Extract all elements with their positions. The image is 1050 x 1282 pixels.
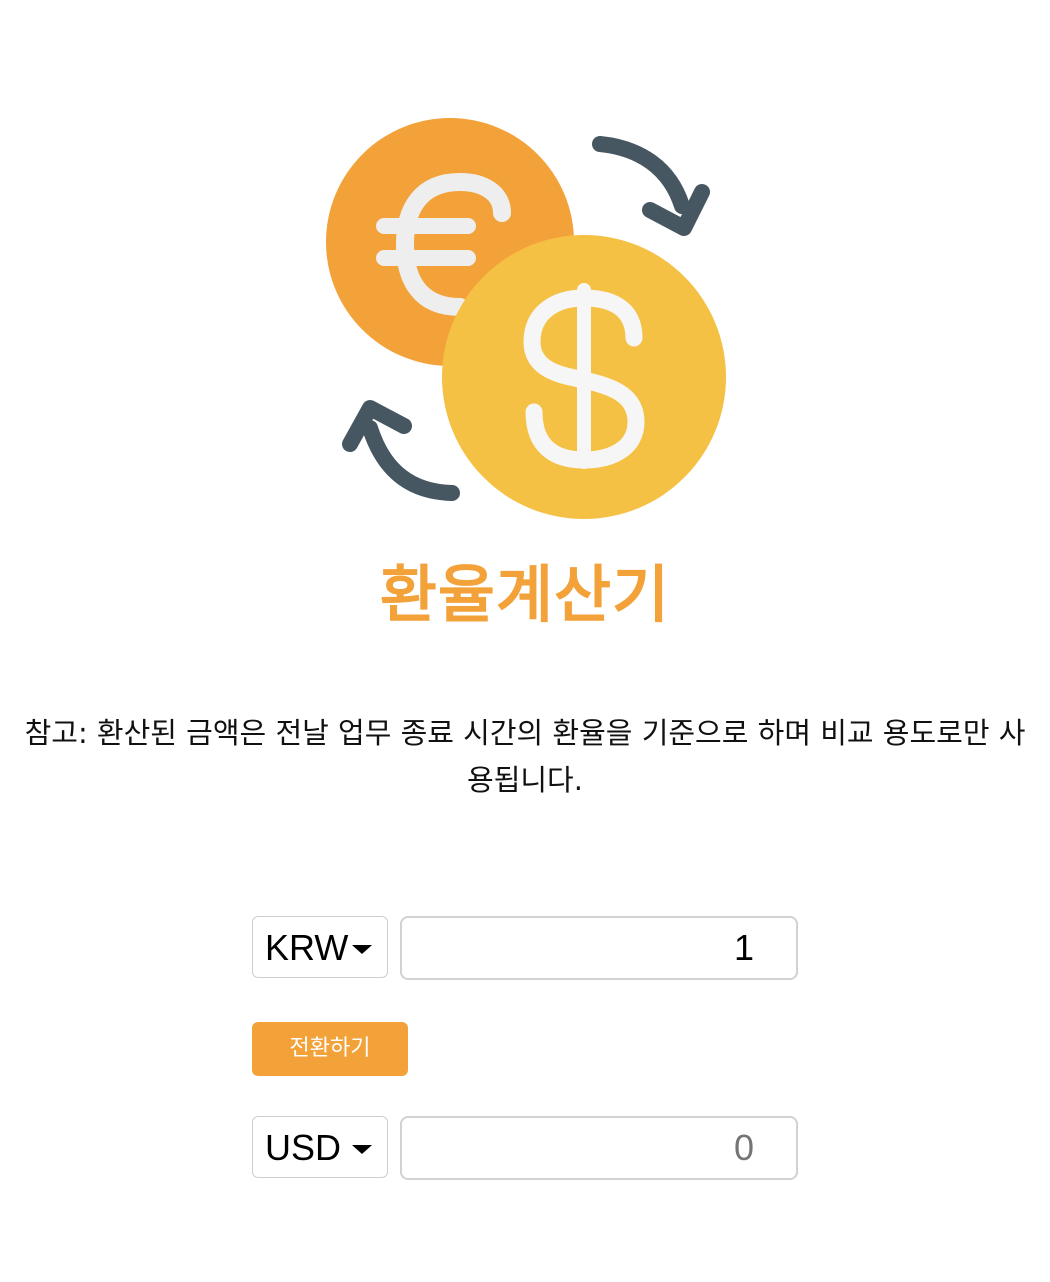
from-currency-row: KRW 1 — [252, 916, 798, 980]
from-amount-input[interactable]: 1 — [400, 916, 798, 980]
arrow-clockwise-icon — [592, 136, 710, 236]
from-currency-code: KRW — [265, 927, 349, 968]
dollar-coin-icon — [442, 235, 726, 519]
currency-exchange-illustration — [326, 118, 726, 519]
to-amount-output[interactable]: 0 — [400, 1116, 798, 1180]
currency-exchange-icon — [320, 110, 730, 525]
to-currency-select[interactable]: USD — [252, 1116, 388, 1178]
chevron-down-icon — [352, 1145, 372, 1154]
convert-button[interactable]: 전환하기 — [252, 1022, 408, 1076]
exchange-calculator-page: 환율계산기 참고: 환산된 금액은 전날 업무 종료 시간의 환율을 기준으로 … — [0, 0, 1050, 1282]
page-title: 환율계산기 — [379, 558, 671, 631]
arrow-counterclockwise-icon — [342, 400, 460, 501]
chevron-down-icon — [352, 945, 372, 954]
from-currency-select[interactable]: KRW — [252, 916, 388, 978]
from-amount-value: 1 — [733, 927, 754, 968]
to-amount-value: 0 — [733, 1127, 754, 1168]
disclaimer-note: 참고: 환산된 금액은 전날 업무 종료 시간의 환율을 기준으로 하며 비교 … — [24, 716, 1026, 797]
to-currency-row: USD 0 — [252, 1116, 798, 1180]
to-currency-code: USD — [265, 1127, 342, 1168]
